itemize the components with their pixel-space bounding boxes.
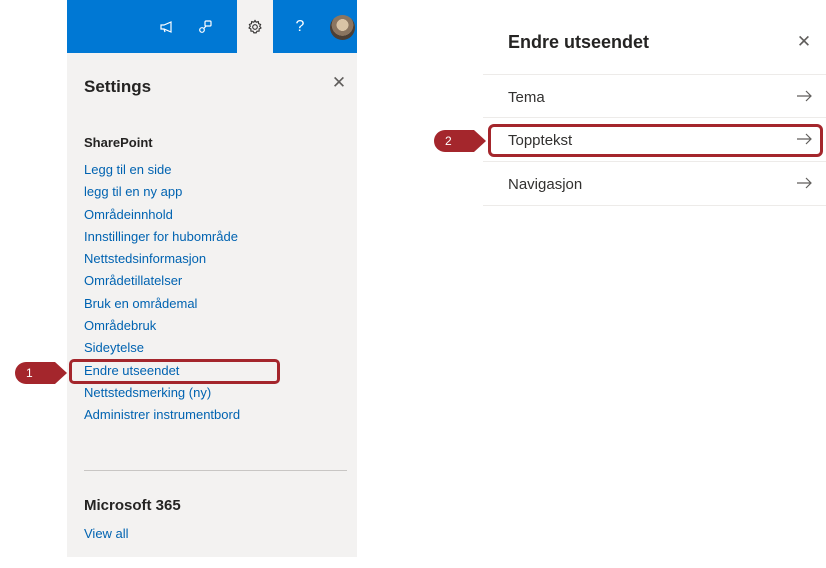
link-page-performance[interactable]: Sideytelse: [84, 338, 344, 360]
link-manage-dashboard[interactable]: Administrer instrumentbord: [84, 405, 344, 427]
link-site-branding[interactable]: Nettstedsmerking (ny): [84, 383, 344, 405]
step-badge-1: 1: [15, 362, 67, 384]
link-apply-site-template[interactable]: Bruk en områdemal: [84, 294, 344, 316]
menu-item-label: Navigasjon: [508, 176, 583, 193]
megaphone-icon[interactable]: [149, 0, 185, 53]
menu-item-navigation[interactable]: Navigasjon: [483, 162, 826, 206]
settings-title: Settings: [84, 77, 152, 96]
gear-icon[interactable]: [237, 0, 273, 53]
menu-item-theme[interactable]: Tema: [483, 74, 826, 118]
arrow-right-icon: [797, 177, 812, 189]
step-badge-2: 2: [434, 130, 486, 152]
sharepoint-links: Legg til en side legg til en ny app Områ…: [84, 160, 344, 428]
link-site-usage[interactable]: Områdebruk: [84, 316, 344, 338]
microsoft365-section-title: Microsoft 365: [84, 497, 181, 514]
network-icon[interactable]: [187, 0, 223, 53]
highlight-header: [488, 124, 823, 157]
link-site-permissions[interactable]: Områdetillatelser: [84, 271, 344, 293]
change-look-title: Endre utseendet: [508, 32, 650, 52]
settings-panel: ? Settings ✕ SharePoint Legg til en side…: [67, 0, 357, 557]
suite-bar: ?: [67, 0, 357, 53]
highlight-change-the-look: [69, 359, 280, 384]
menu-item-label: Tema: [508, 89, 545, 106]
link-add-page[interactable]: Legg til en side: [84, 160, 344, 182]
sharepoint-section-title: SharePoint: [84, 135, 153, 150]
avatar[interactable]: [330, 15, 355, 40]
view-all-link[interactable]: View all: [84, 526, 129, 541]
link-hub-settings[interactable]: Innstillinger for hubområde: [84, 227, 344, 249]
link-site-contents[interactable]: Områdeinnhold: [84, 205, 344, 227]
close-icon[interactable]: ✕: [330, 74, 348, 92]
help-icon[interactable]: ?: [282, 0, 318, 53]
close-icon[interactable]: ✕: [795, 33, 813, 51]
arrow-right-icon: [797, 90, 812, 102]
link-site-information[interactable]: Nettstedsinformasjon: [84, 249, 344, 271]
divider: [84, 470, 347, 471]
link-add-app[interactable]: legg til en ny app: [84, 182, 344, 204]
